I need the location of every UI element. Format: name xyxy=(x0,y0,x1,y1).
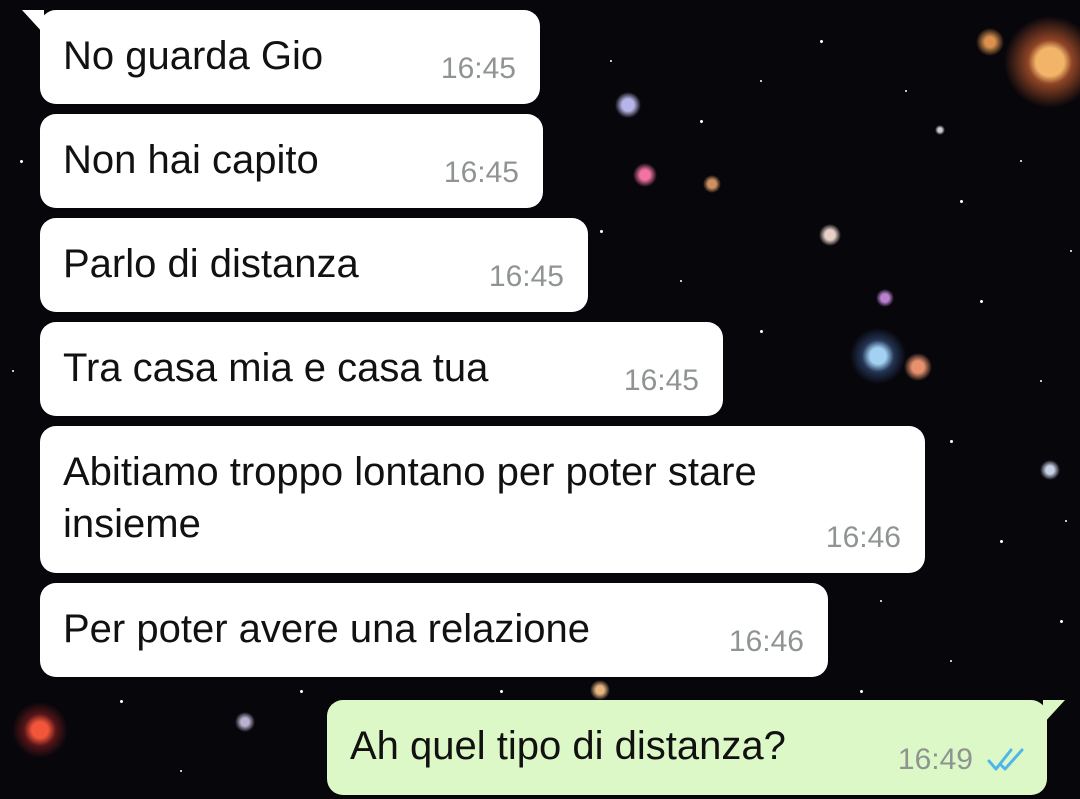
message-bubble-incoming[interactable]: Parlo di distanza 16:45 xyxy=(40,218,588,312)
message-bubble-incoming[interactable]: No guarda Gio 16:45 xyxy=(22,10,540,104)
star xyxy=(600,230,603,233)
star xyxy=(950,440,953,443)
message-text: Abitiamo troppo lontano per poter stare … xyxy=(63,450,757,546)
message-timestamp: 16:46 xyxy=(728,625,804,658)
star xyxy=(12,370,14,372)
message-timestamp: 16:45 xyxy=(440,52,516,85)
message-text: Ah quel tipo di distanza? xyxy=(350,724,786,768)
message-bubble-incoming[interactable]: Abitiamo troppo lontano per poter stare … xyxy=(40,426,925,573)
message-bubble-outgoing[interactable]: Ah quel tipo di distanza? 16:49 xyxy=(327,700,1065,795)
star xyxy=(680,280,682,282)
message-timestamp: 16:45 xyxy=(488,260,564,293)
message-text: Tra casa mia e casa tua xyxy=(63,346,489,390)
star xyxy=(1020,160,1022,162)
star xyxy=(700,120,703,123)
star xyxy=(1000,540,1003,543)
message-text: Non hai capito xyxy=(63,138,319,182)
star xyxy=(960,200,963,203)
message-bubble-incoming[interactable]: Tra casa mia e casa tua 16:45 xyxy=(40,322,723,416)
message-bubble-incoming[interactable]: Non hai capito 16:45 xyxy=(40,114,543,208)
star xyxy=(760,80,762,82)
star xyxy=(610,60,612,62)
message-bubble-incoming[interactable]: Per poter avere una relazione 16:46 xyxy=(40,583,828,677)
message-text: Per poter avere una relazione xyxy=(63,607,590,651)
star xyxy=(1070,250,1072,252)
message-timestamp: 16:49 xyxy=(897,743,973,776)
star xyxy=(820,40,823,43)
double-check-icon xyxy=(987,748,1024,771)
star xyxy=(300,690,303,693)
message-text: No guarda Gio xyxy=(63,34,324,78)
bubble-tail xyxy=(22,10,44,34)
star xyxy=(980,300,983,303)
star xyxy=(760,330,763,333)
star xyxy=(905,90,907,92)
star xyxy=(880,600,882,602)
star xyxy=(1065,520,1067,522)
star xyxy=(20,160,23,163)
message-timestamp: 16:45 xyxy=(443,156,519,189)
star xyxy=(1060,620,1063,623)
star xyxy=(500,690,503,693)
star xyxy=(860,690,863,693)
star xyxy=(1040,380,1042,382)
message-text: Parlo di distanza xyxy=(63,242,359,286)
star xyxy=(950,660,952,662)
star xyxy=(120,700,123,703)
message-timestamp: 16:45 xyxy=(623,364,699,397)
star xyxy=(180,770,182,772)
message-timestamp: 16:46 xyxy=(825,521,901,554)
bubble-tail xyxy=(1043,700,1065,724)
